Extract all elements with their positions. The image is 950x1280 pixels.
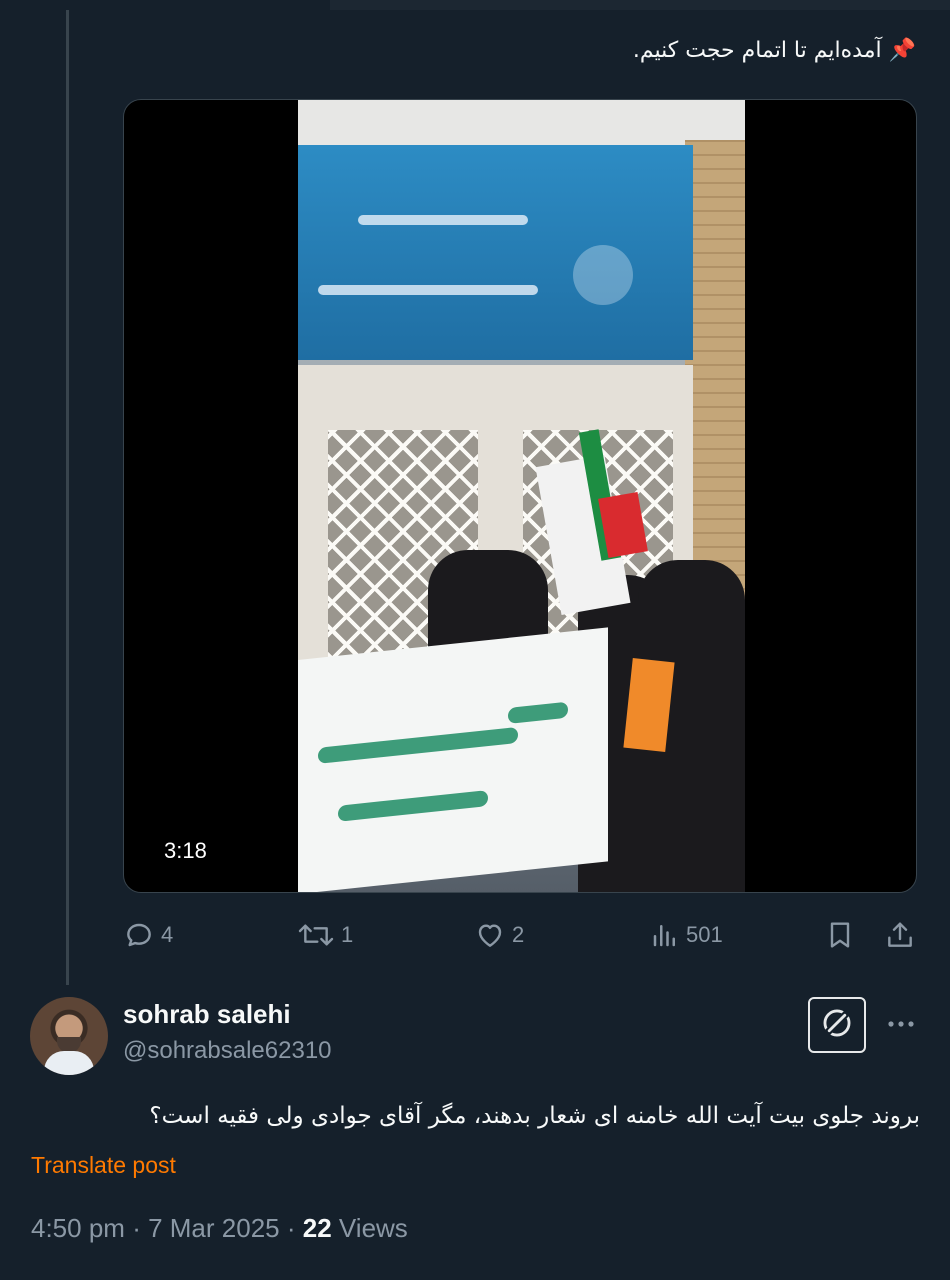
views-count: 501 — [686, 922, 723, 947]
reply-text: بروند جلوی بیت آیت الله خامنه ای شعار بد… — [149, 1103, 920, 1129]
share-icon — [884, 919, 916, 951]
avatar-shirt — [44, 1051, 94, 1075]
post-text-content: آمده‌ایم تا اتمام حجت کنیم. — [632, 38, 882, 63]
video-frame[interactable] — [298, 100, 745, 892]
reply-icon — [123, 919, 155, 951]
pin-emoji: 📌 — [888, 38, 916, 63]
views-icon — [650, 919, 680, 951]
thread-line — [66, 10, 69, 985]
sign-script — [318, 285, 538, 295]
video-banner — [298, 627, 608, 892]
post-date[interactable]: 7 Mar 2025 — [148, 1213, 280, 1243]
share-button[interactable] — [884, 915, 916, 955]
grok-button[interactable] — [808, 997, 866, 1053]
banner-script — [508, 701, 568, 724]
views-button[interactable]: 501 — [650, 915, 723, 955]
meta-separator: · — [132, 1213, 141, 1243]
display-name[interactable]: sohrab salehi — [123, 999, 291, 1030]
like-button[interactable]: 2 — [474, 915, 524, 955]
banner-script — [318, 726, 518, 764]
views-label: Views — [338, 1213, 408, 1243]
like-icon — [474, 919, 506, 951]
post-actions: 4 1 2 501 — [0, 915, 950, 955]
repost-button[interactable]: 1 — [297, 915, 353, 955]
more-icon — [886, 1016, 916, 1034]
reply-count: 4 — [161, 922, 174, 947]
sign-emblem — [573, 245, 633, 305]
repost-icon — [297, 919, 335, 951]
repost-count: 1 — [341, 922, 354, 947]
avatar[interactable] — [30, 997, 108, 1075]
post-text: 📌 آمده‌ایم تا اتمام حجت کنیم. — [633, 38, 916, 63]
bookmark-icon — [824, 919, 856, 951]
video-player[interactable]: 3:18 — [123, 99, 917, 893]
post-meta: 4:50 pm · 7 Mar 2025 · 22 Views — [31, 1213, 408, 1244]
reply-button[interactable]: 4 — [123, 915, 173, 955]
views-count[interactable]: 22 — [303, 1213, 332, 1243]
like-count: 2 — [512, 922, 525, 947]
banner-script — [338, 790, 488, 822]
more-button[interactable] — [884, 1012, 918, 1038]
meta-separator: · — [286, 1213, 296, 1243]
previous-post-edge — [330, 0, 950, 10]
bookmark-button[interactable] — [824, 915, 856, 955]
video-sign — [298, 145, 693, 360]
post-time[interactable]: 4:50 pm — [31, 1213, 125, 1243]
translate-link[interactable]: Translate post — [31, 1152, 176, 1179]
sign-script — [358, 215, 528, 225]
video-duration: 3:18 — [164, 838, 207, 863]
grok-icon — [820, 1006, 854, 1045]
handle[interactable]: @sohrabsale62310 — [123, 1037, 332, 1065]
